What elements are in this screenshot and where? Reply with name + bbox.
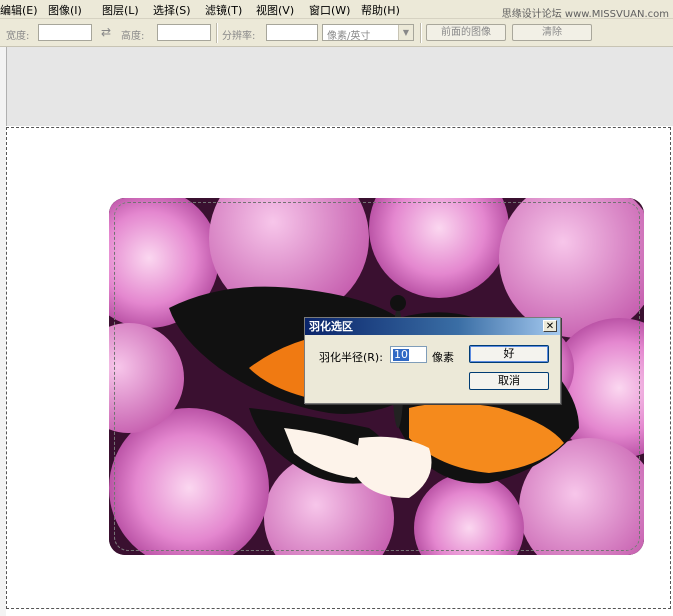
resolution-label: 分辨率:: [222, 31, 256, 42]
unit-select-value: 像素/英寸: [327, 31, 371, 42]
pixel-unit-label: 像素: [432, 351, 454, 364]
feather-radius-input[interactable]: 10: [390, 346, 427, 363]
menu-window[interactable]: 窗口(W): [309, 2, 350, 18]
options-bar: 宽度: ⇄ 高度: 分辨率: 像素/英寸 ▼ 前面的图像 清除: [0, 19, 673, 47]
front-image-button[interactable]: 前面的图像: [426, 24, 506, 41]
feather-selection-dialog: 羽化选区 ✕ 羽化半径(R): 10 像素 好 取消: [304, 317, 561, 404]
resolution-input[interactable]: [266, 24, 318, 41]
chevron-down-icon[interactable]: ▼: [398, 25, 413, 40]
separator: [420, 23, 422, 43]
width-input[interactable]: [38, 24, 92, 41]
width-label: 宽度:: [6, 31, 30, 42]
menu-select[interactable]: 选择(S): [153, 2, 191, 18]
unit-select[interactable]: 像素/英寸 ▼: [322, 24, 414, 42]
menu-image[interactable]: 图像(I): [48, 2, 82, 18]
feather-radius-value: 10: [393, 348, 409, 361]
feather-radius-label: 羽化半径(R):: [319, 351, 383, 364]
watermark-text: 思缘设计论坛 www.MISSVUAN.com: [501, 9, 669, 20]
dialog-title-bar[interactable]: 羽化选区 ✕: [305, 318, 560, 335]
menu-view[interactable]: 视图(V): [256, 2, 294, 18]
height-label: 高度:: [121, 31, 145, 42]
close-icon[interactable]: ✕: [543, 320, 557, 332]
menu-bar: 编辑(E) 图像(I) 图层(L) 选择(S) 滤镜(T) 视图(V) 窗口(W…: [0, 0, 673, 20]
menu-edit[interactable]: 编辑(E): [0, 2, 38, 18]
clear-button[interactable]: 清除: [512, 24, 592, 41]
menu-layer[interactable]: 图层(L): [102, 2, 139, 18]
menu-help[interactable]: 帮助(H): [361, 2, 400, 18]
cancel-button[interactable]: 取消: [469, 372, 549, 390]
height-input[interactable]: [157, 24, 211, 41]
dialog-title: 羽化选区: [309, 320, 353, 333]
separator: [216, 23, 218, 43]
swap-icon[interactable]: ⇄: [101, 25, 111, 39]
menu-filter[interactable]: 滤镜(T): [205, 2, 242, 18]
ok-button[interactable]: 好: [469, 345, 549, 363]
